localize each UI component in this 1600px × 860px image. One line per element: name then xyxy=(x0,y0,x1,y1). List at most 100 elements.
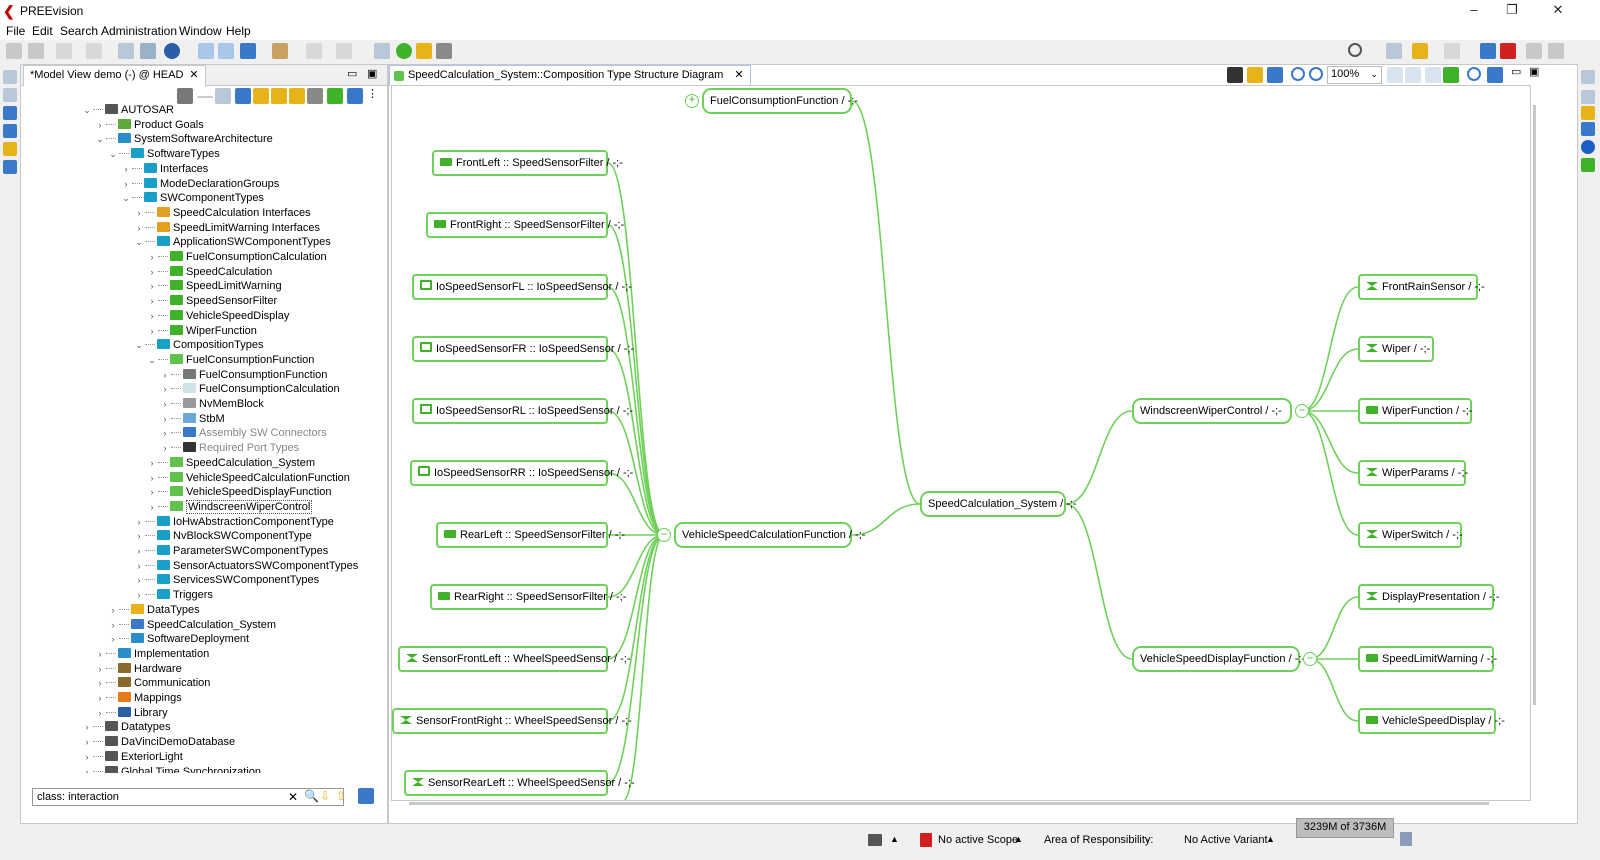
wand-icon[interactable] xyxy=(272,43,288,59)
chevron-right-icon[interactable]: › xyxy=(133,206,145,221)
trash-icon[interactable] xyxy=(1400,832,1412,846)
chevron-down-icon[interactable]: ⌄ xyxy=(146,353,158,368)
chevron-right-icon[interactable]: › xyxy=(94,118,106,133)
pin-icon[interactable] xyxy=(3,142,17,156)
chevron-down-icon[interactable]: ⌄ xyxy=(94,132,106,147)
tree-item[interactable]: › DataTypes xyxy=(107,603,200,618)
tree-item[interactable]: › Assembly SW Connectors xyxy=(159,426,327,441)
chevron-up-icon[interactable]: ▲ xyxy=(890,834,899,844)
nav-back-icon[interactable] xyxy=(1412,43,1428,59)
chevron-right-icon[interactable]: › xyxy=(94,662,106,677)
forward-icon[interactable] xyxy=(336,43,352,59)
menu-administration[interactable]: Administration xyxy=(101,24,177,38)
console-icon[interactable] xyxy=(1581,158,1595,172)
tree-icon[interactable] xyxy=(327,88,343,104)
chevron-down-icon[interactable]: ⌄ xyxy=(133,235,145,250)
tree-item[interactable]: › ParameterSWComponentTypes xyxy=(133,544,328,559)
restore-button[interactable]: ❐ xyxy=(1494,0,1530,22)
chevron-down-icon[interactable]: ⌄ xyxy=(81,103,93,118)
tree-item[interactable]: › Triggers xyxy=(133,588,213,603)
diagram-node-sfr[interactable]: SensorFrontRight :: WheelSpeedSensor / -… xyxy=(392,708,632,734)
tree-item[interactable]: › SpeedSensorFilter xyxy=(146,294,277,309)
chevron-right-icon[interactable]: › xyxy=(159,426,171,441)
link-editor-icon[interactable] xyxy=(235,88,251,104)
dot-icon[interactable] xyxy=(164,43,180,59)
scope-status[interactable]: No active Scope xyxy=(938,834,1018,846)
tree-item[interactable]: › FuelConsumptionFunction xyxy=(159,368,327,383)
tree-item[interactable]: › SoftwareDeployment xyxy=(107,632,249,647)
chevron-right-icon[interactable]: › xyxy=(146,265,158,280)
canvas-horizontal-scrollbar[interactable] xyxy=(409,802,1489,805)
minimize-view-icon[interactable]: ▭ xyxy=(347,67,357,80)
info-icon[interactable] xyxy=(1581,140,1595,154)
chevron-right-icon[interactable]: › xyxy=(133,221,145,236)
undo-icon[interactable] xyxy=(56,43,72,59)
diagram-node-wiper[interactable]: Wiper / -;- xyxy=(1358,336,1434,362)
chevron-right-icon[interactable]: › xyxy=(146,456,158,471)
chevron-right-icon[interactable]: › xyxy=(159,441,171,456)
chevron-right-icon[interactable]: › xyxy=(146,500,158,515)
filter-options-icon[interactable] xyxy=(358,788,374,804)
diagram-node-wf[interactable]: WiperFunction / -;- xyxy=(1358,398,1472,424)
diagram-node-iorr[interactable]: IoSpeedSensorRR :: IoSpeedSensor / -;- xyxy=(410,460,633,486)
menu-file[interactable]: File xyxy=(6,24,25,38)
book-icon[interactable] xyxy=(868,834,882,846)
chevron-right-icon[interactable]: › xyxy=(159,412,171,427)
arrow-right-icon[interactable] xyxy=(271,88,287,104)
tree-item[interactable]: › Required Port Types xyxy=(159,441,299,456)
chevron-right-icon[interactable]: › xyxy=(133,515,145,530)
pointer-icon[interactable] xyxy=(218,43,234,59)
chevron-right-icon[interactable]: › xyxy=(133,529,145,544)
tree-item[interactable]: › SpeedCalculation xyxy=(146,265,272,280)
diagram-node-frs[interactable]: FrontRainSensor / -;- xyxy=(1358,274,1485,300)
chevron-right-icon[interactable]: › xyxy=(159,397,171,412)
save-icon[interactable] xyxy=(6,43,22,59)
diagram-node-dp[interactable]: DisplayPresentation / -;- xyxy=(1358,584,1499,610)
arrow-left-icon[interactable] xyxy=(253,88,269,104)
chevron-right-icon[interactable]: › xyxy=(133,573,145,588)
diagram-node-scs[interactable]: SpeedCalculation_System / -;- xyxy=(920,491,1077,517)
tree-item[interactable]: ⌄ FuelConsumptionFunction xyxy=(146,353,314,368)
tree-item[interactable]: › FuelConsumptionCalculation xyxy=(146,250,327,265)
run-icon[interactable] xyxy=(396,43,412,59)
help-icon[interactable] xyxy=(1467,67,1481,81)
tree-item[interactable]: ⌄ SoftwareTypes xyxy=(107,147,220,162)
perspective-icon[interactable] xyxy=(1386,43,1402,59)
print-icon[interactable] xyxy=(28,43,44,59)
chevron-right-icon[interactable]: › xyxy=(133,559,145,574)
canvas-vertical-scrollbar[interactable] xyxy=(1533,105,1536,705)
diagram-canvas[interactable]: FuelConsumptionFunction / -;- FrontLeft :… xyxy=(391,85,1531,801)
tree-item[interactable]: › FuelConsumptionCalculation xyxy=(159,382,340,397)
edit-icon[interactable] xyxy=(118,43,134,59)
tree-item[interactable]: › Interfaces xyxy=(120,162,208,177)
variant-status[interactable]: No Active Variant xyxy=(1184,834,1268,846)
tree-item[interactable]: › WiperFunction xyxy=(146,324,257,339)
pen-icon[interactable] xyxy=(198,43,214,59)
diagram-node-fr[interactable]: FrontRight :: SpeedSensorFilter / -;- xyxy=(426,212,624,238)
table-icon[interactable] xyxy=(1581,90,1595,104)
model-view-tab[interactable]: *Model View demo (-) @ HEAD ✕ xyxy=(23,65,206,86)
hierarchy-icon[interactable] xyxy=(3,160,17,174)
export-icon[interactable] xyxy=(1227,67,1243,83)
chevron-up-icon[interactable]: ▲ xyxy=(1014,834,1023,844)
search-filter-icon[interactable]: 🔍 xyxy=(304,789,319,803)
expand-node-icon[interactable]: + xyxy=(685,94,699,108)
diagram-node-fl[interactable]: FrontLeft :: SpeedSensorFilter / -;- xyxy=(432,150,623,176)
diagram-node-slw[interactable]: SpeedLimitWarning / -;- xyxy=(1358,646,1497,672)
chevron-down-icon[interactable]: ⌄ xyxy=(120,191,132,206)
remove-icon[interactable] xyxy=(1405,67,1421,83)
diagram-node-iorl[interactable]: IoSpeedSensorRL :: IoSpeedSensor / -;- xyxy=(412,398,633,424)
tree-item[interactable]: ⌄ SystemSoftwareArchitecture xyxy=(94,132,273,147)
chevron-right-icon[interactable]: › xyxy=(146,309,158,324)
chevron-right-icon[interactable]: › xyxy=(146,485,158,500)
redo-icon[interactable] xyxy=(86,43,102,59)
tree-item[interactable]: › SpeedCalculation Interfaces xyxy=(133,206,311,221)
palette-icon[interactable] xyxy=(1491,67,1503,83)
chevron-right-icon[interactable]: › xyxy=(146,324,158,339)
tree-item[interactable]: › SpeedLimitWarning xyxy=(146,279,282,294)
diagram-node-vsdf[interactable]: VehicleSpeedDisplayFunction / -;- xyxy=(1132,646,1305,672)
collapse-all-icon[interactable] xyxy=(177,88,193,104)
tree-item[interactable]: ⌄ CompositionTypes xyxy=(133,338,264,353)
tool-icon[interactable] xyxy=(436,43,452,59)
diagram-node-srl[interactable]: SensorRearLeft :: WheelSpeedSensor / -;- xyxy=(404,770,635,796)
